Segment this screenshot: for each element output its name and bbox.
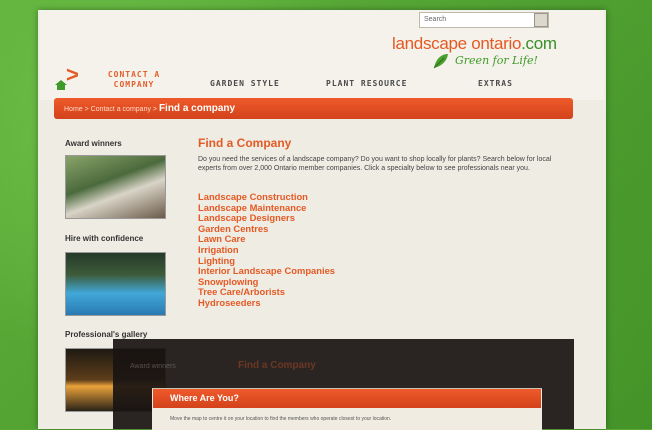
nav-contact-company[interactable]: CONTACT A COMPANY (100, 70, 168, 90)
hire-confidence-image[interactable] (65, 252, 166, 316)
breadcrumb-current: Find a company (158, 103, 236, 114)
nav-contact-line2: COMPANY (113, 80, 155, 89)
ghost-page-title: Find a Company (238, 360, 316, 371)
ghost-sidebar-text: Award winners (130, 363, 176, 370)
chevron-right-icon: > (66, 62, 79, 87)
search-icon[interactable] (534, 13, 548, 27)
service-link[interactable]: Hydroseeders (198, 297, 335, 309)
service-link[interactable]: Landscape Construction (198, 191, 335, 203)
hire-confidence-heading[interactable]: Hire with confidence (65, 234, 143, 243)
page-title: Find a Company (198, 136, 292, 150)
modal-title: Where Are You? (170, 393, 239, 403)
nav-plant-resource[interactable]: PLANT RESOURCE (326, 79, 407, 88)
service-link[interactable]: Irrigation (198, 244, 335, 256)
gallery-heading[interactable]: Professional's gallery (65, 330, 147, 339)
award-winners-image[interactable] (65, 155, 166, 219)
modal-instructions: Move the map to centre it on your locati… (170, 416, 392, 422)
breadcrumb-links[interactable]: Home > Contact a company > (64, 106, 159, 113)
logo-dotcom: .com (521, 34, 557, 53)
nav-extras[interactable]: EXTRAS (478, 79, 513, 88)
nav-garden-style[interactable]: GARDEN STYLE (210, 79, 280, 88)
logo-main-text: landscape ontario (392, 34, 522, 53)
service-list: Landscape Construction Landscape Mainten… (198, 191, 335, 309)
award-winners-heading[interactable]: Award winners (65, 139, 122, 148)
search-input[interactable]: Search (419, 12, 549, 28)
leaf-icon (433, 54, 448, 69)
tagline: Green for Life! (455, 54, 538, 67)
breadcrumb: Home > Contact a company > Find a compan… (64, 103, 235, 114)
site-logo[interactable]: landscape ontario.com (392, 34, 557, 54)
nav-contact-line1: CONTACT A (107, 70, 161, 79)
intro-text: Do you need the services of a landscape … (198, 156, 552, 172)
